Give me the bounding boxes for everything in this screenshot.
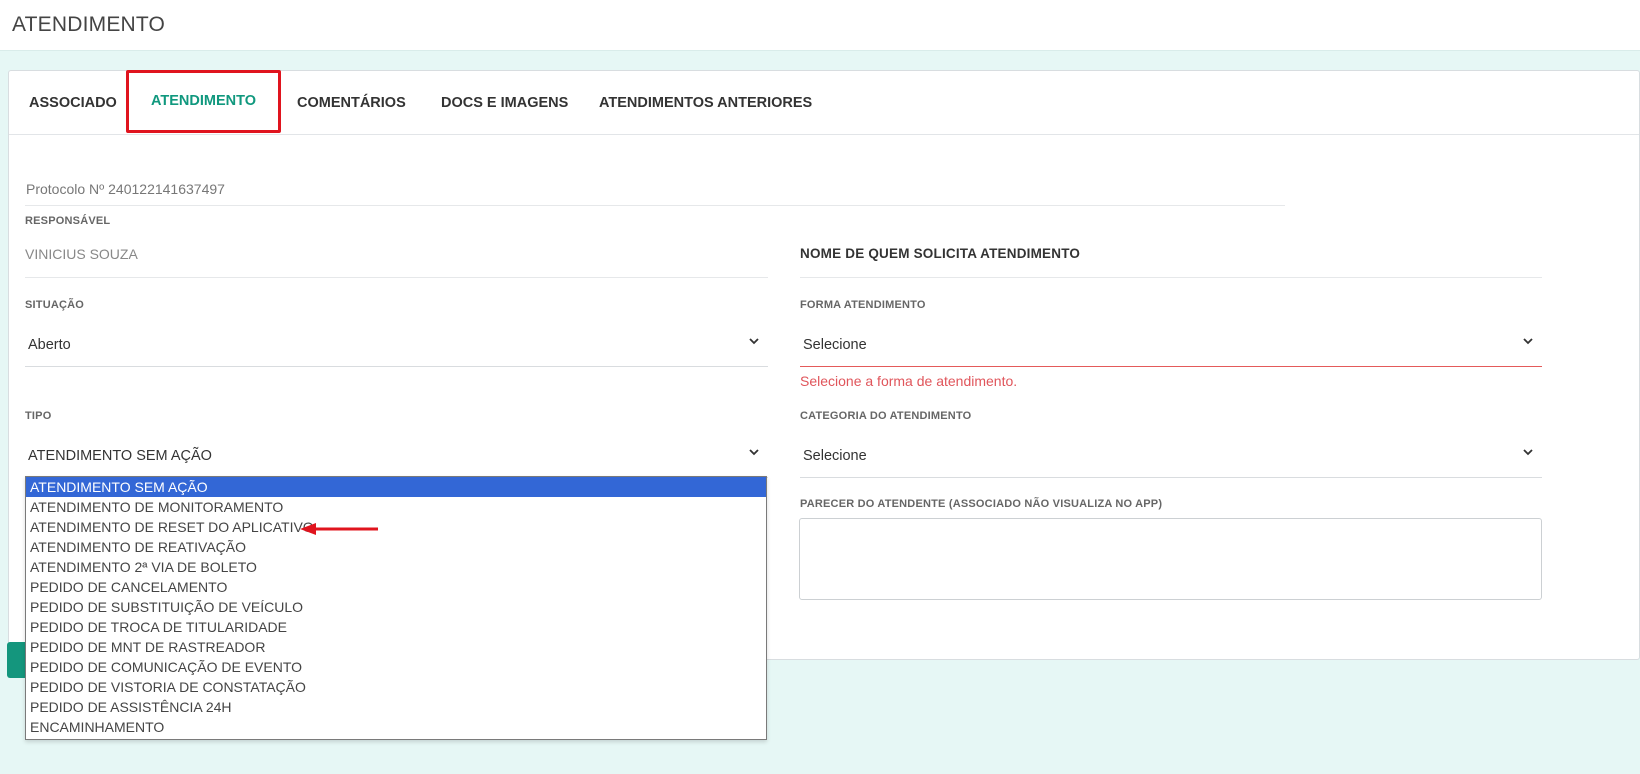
chevron-down-icon (749, 338, 759, 345)
tipo-option[interactable]: ATENDIMENTO 2ª VIA DE BOLETO (26, 557, 766, 577)
categoria-select[interactable]: Selecione (800, 432, 1542, 478)
forma-atendimento-value: Selecione (803, 337, 867, 353)
categoria-value: Selecione (803, 448, 867, 464)
parecer-textarea[interactable] (799, 518, 1542, 600)
chevron-down-icon (1523, 338, 1533, 345)
forma-atendimento-error: Selecione a forma de atendimento. (800, 373, 1018, 389)
tipo-option[interactable]: PEDIDO DE COMUNICAÇÃO DE EVENTO (26, 657, 766, 677)
divider (800, 277, 1542, 278)
tipo-option[interactable]: PEDIDO DE VISTORIA DE CONSTATAÇÃO (26, 677, 766, 697)
chevron-down-icon (1523, 449, 1533, 456)
situacao-value: Aberto (28, 337, 71, 353)
solicitante-label: NOME DE QUEM SOLICITA ATENDIMENTO (800, 246, 1081, 261)
divider (25, 277, 768, 278)
page-title: ATENDIMENTO (12, 13, 166, 36)
tab-atendimentos-anteriores[interactable]: ATENDIMENTOS ANTERIORES (599, 71, 812, 135)
tab-comentarios[interactable]: COMENTÁRIOS (297, 71, 406, 135)
tipo-option[interactable]: PEDIDO DE MNT DE RASTREADOR (26, 637, 766, 657)
situacao-label: SITUAÇÃO (25, 299, 85, 311)
tab-associado[interactable]: ASSOCIADO (29, 71, 117, 135)
tipo-option[interactable]: ATENDIMENTO DE REATIVAÇÃO (26, 537, 766, 557)
situacao-select[interactable]: Aberto (25, 321, 768, 367)
tipo-value: ATENDIMENTO SEM AÇÃO (28, 448, 212, 464)
protocol-number: Protocolo Nº 240122141637497 (26, 181, 225, 197)
tipo-option[interactable]: PEDIDO DE SUBSTITUIÇÃO DE VEÍCULO (26, 597, 766, 617)
top-header: ATENDIMENTO (0, 0, 1640, 51)
tab-docs-e-imagens[interactable]: DOCS E IMAGENS (441, 71, 568, 135)
responsavel-value: VINICIUS SOUZA (25, 246, 138, 262)
red-arrow-left-icon (300, 523, 378, 535)
tipo-option[interactable]: ATENDIMENTO DE RESET DO APLICATIVO (26, 517, 766, 537)
forma-atendimento-label: FORMA ATENDIMENTO (800, 299, 926, 311)
chevron-down-icon (749, 449, 759, 456)
tipo-option[interactable]: PEDIDO DE CANCELAMENTO (26, 577, 766, 597)
tipo-option[interactable]: ENCAMINHAMENTO (26, 717, 766, 737)
tipo-label: TIPO (25, 410, 52, 422)
tipo-option[interactable]: PEDIDO DE TROCA DE TITULARIDADE (26, 617, 766, 637)
divider (25, 205, 1285, 206)
categoria-label: CATEGORIA DO ATENDIMENTO (800, 410, 972, 422)
parecer-label: PARECER DO ATENDENTE (ASSOCIADO NÃO VISU… (800, 498, 1163, 510)
tipo-option[interactable]: ATENDIMENTO DE MONITORAMENTO (26, 497, 766, 517)
tab-bar: ASSOCIADO ATENDIMENTO COMENTÁRIOS DOCS E… (9, 70, 1639, 135)
responsavel-label: RESPONSÁVEL (25, 215, 111, 227)
tipo-dropdown-list[interactable]: ATENDIMENTO SEM AÇÃO ATENDIMENTO DE MONI… (25, 476, 767, 740)
tipo-select[interactable]: ATENDIMENTO SEM AÇÃO (25, 432, 768, 478)
tab-atendimento[interactable]: ATENDIMENTO (126, 70, 281, 133)
tipo-option[interactable]: ATENDIMENTO SEM AÇÃO (26, 477, 766, 497)
forma-atendimento-select[interactable]: Selecione (800, 321, 1542, 367)
tipo-option[interactable]: PEDIDO DE ASSISTÊNCIA 24H (26, 697, 766, 717)
